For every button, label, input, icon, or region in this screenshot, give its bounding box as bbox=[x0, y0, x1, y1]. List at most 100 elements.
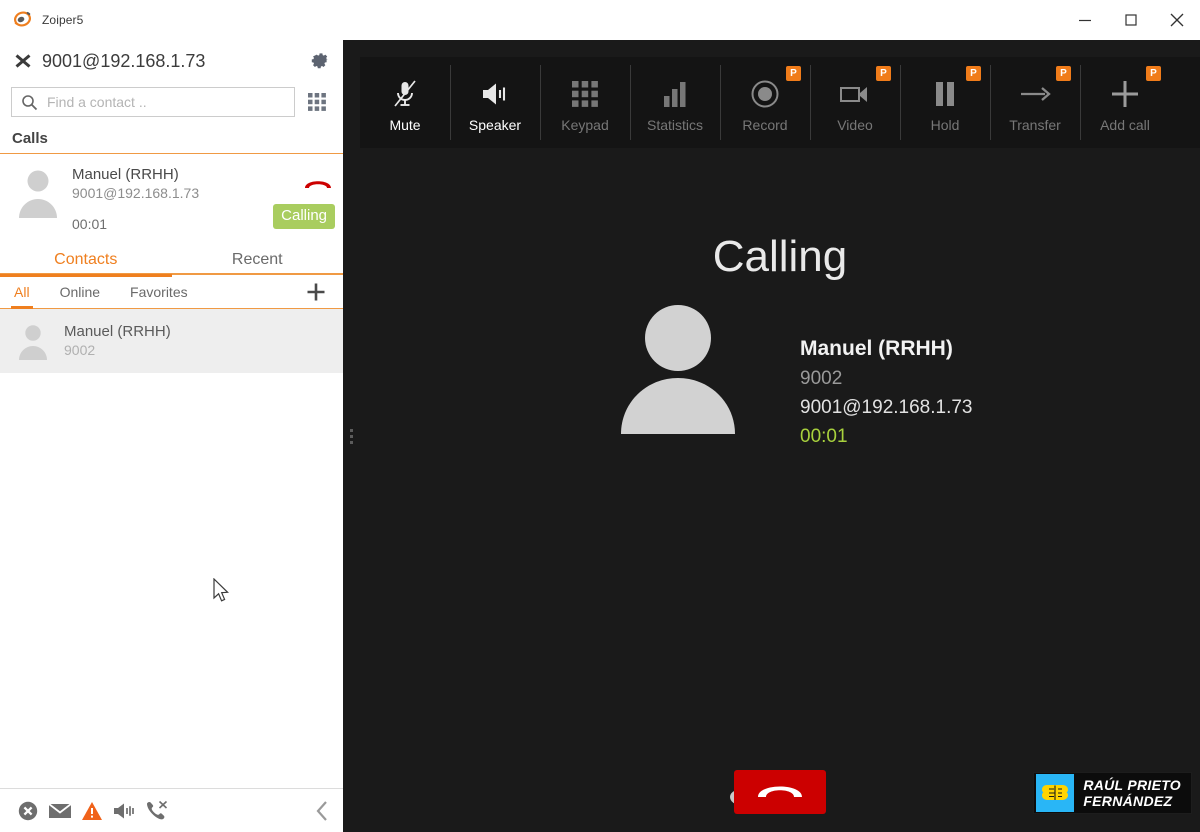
toolbar-label-speaker: Speaker bbox=[469, 117, 521, 133]
toolbar-button-transfer[interactable]: P Transfer bbox=[990, 57, 1080, 148]
callee-uri: 9001@192.168.1.73 bbox=[800, 393, 973, 422]
toolbar-button-speaker[interactable]: Speaker bbox=[450, 57, 540, 148]
call-panel: Mute Speaker bbox=[360, 40, 1200, 832]
dialpad-grid-icon bbox=[571, 73, 599, 115]
tab-contacts[interactable]: Contacts bbox=[0, 244, 172, 275]
maximize-icon[interactable] bbox=[1108, 0, 1154, 40]
hangup-phone-icon bbox=[755, 779, 805, 806]
tab-recent[interactable]: Recent bbox=[172, 244, 344, 275]
toolbar-label-hold: Hold bbox=[931, 117, 960, 133]
sidebar-statusbar bbox=[0, 788, 343, 832]
tab-recent-label: Recent bbox=[232, 251, 283, 269]
toolbar-button-hold[interactable]: P Hold bbox=[900, 57, 990, 148]
subtab-all[interactable]: All bbox=[14, 275, 30, 309]
envelope-icon[interactable] bbox=[44, 796, 76, 826]
brain-icon bbox=[1036, 774, 1074, 812]
calls-section-header: Calls bbox=[0, 122, 343, 154]
toolbar-label-record: Record bbox=[742, 117, 787, 133]
zoiper-headset-icon bbox=[12, 9, 34, 31]
premium-badge: P bbox=[1056, 66, 1071, 81]
toolbar-button-video[interactable]: P Video bbox=[810, 57, 900, 148]
toolbar-label-transfer: Transfer bbox=[1009, 117, 1061, 133]
contact-name: Manuel (RRHH) bbox=[64, 322, 171, 341]
toolbar-button-statistics[interactable]: Statistics bbox=[630, 57, 720, 148]
dialpad-grid-icon[interactable] bbox=[301, 87, 333, 117]
active-call-item[interactable]: Manuel (RRHH) 9001@192.168.1.73 00:01 Ca… bbox=[0, 154, 343, 242]
call-toolbar: Mute Speaker bbox=[360, 57, 1200, 148]
callee-timer: 00:01 bbox=[800, 422, 973, 451]
active-call-name: Manuel (RRHH) bbox=[72, 166, 333, 184]
person-avatar-icon bbox=[618, 302, 742, 434]
premium-badge: P bbox=[966, 66, 981, 81]
callee-name: Manuel (RRHH) bbox=[800, 334, 973, 364]
window-title: Zoiper5 bbox=[42, 13, 83, 27]
speaker-icon bbox=[479, 73, 511, 115]
watermark-text: RAÚL PRIETO FERNÁNDEZ bbox=[1083, 777, 1181, 809]
watermark-line2: FERNÁNDEZ bbox=[1083, 793, 1181, 809]
subtab-favorites-label: Favorites bbox=[130, 284, 188, 300]
person-avatar-icon bbox=[12, 322, 54, 360]
arrow-right-icon bbox=[1018, 73, 1052, 115]
chevron-left-icon[interactable] bbox=[309, 796, 335, 826]
toolbar-button-add-call[interactable]: P Add call bbox=[1080, 57, 1170, 148]
active-call-info: Manuel (RRHH) 9001@192.168.1.73 00:01 bbox=[72, 162, 333, 242]
close-icon[interactable] bbox=[1154, 0, 1200, 40]
video-camera-icon bbox=[839, 73, 871, 115]
account-row[interactable]: 9001@192.168.1.73 bbox=[0, 40, 343, 82]
record-circle-icon bbox=[750, 73, 780, 115]
toolbar-label-video: Video bbox=[837, 117, 873, 133]
watermark: RAÚL PRIETO FERNÁNDEZ bbox=[1033, 772, 1192, 814]
list-item[interactable]: Manuel (RRHH) 9002 bbox=[0, 309, 343, 373]
hangup-phone-icon[interactable] bbox=[301, 172, 335, 194]
search-input[interactable] bbox=[47, 94, 286, 110]
microphone-muted-icon bbox=[390, 73, 420, 115]
zoiper-window: Zoiper5 9001@192.168.1.73 bbox=[0, 0, 1200, 832]
account-label: 9001@192.168.1.73 bbox=[42, 51, 307, 72]
contact-filter-tabs: All Online Favorites bbox=[0, 275, 343, 309]
x-close-icon[interactable] bbox=[12, 50, 34, 72]
watermark-line1: RAÚL PRIETO bbox=[1083, 777, 1181, 793]
premium-badge: P bbox=[1146, 66, 1161, 81]
phone-mute-icon[interactable] bbox=[140, 796, 172, 826]
status-badge: Calling bbox=[273, 204, 335, 229]
gear-icon[interactable] bbox=[307, 48, 333, 74]
subtab-online-label: Online bbox=[60, 284, 100, 300]
call-status-title: Calling bbox=[360, 232, 1200, 282]
window-titlebar: Zoiper5 bbox=[0, 0, 1200, 40]
hangup-button[interactable] bbox=[734, 770, 826, 814]
speaker-icon[interactable] bbox=[108, 796, 140, 826]
toolbar-label-statistics: Statistics bbox=[647, 117, 703, 133]
minimize-icon[interactable] bbox=[1062, 0, 1108, 40]
error-circle-icon[interactable] bbox=[12, 796, 44, 826]
drag-grip-icon bbox=[350, 429, 353, 444]
pause-icon bbox=[933, 73, 957, 115]
contact-number: 9002 bbox=[64, 341, 171, 360]
toolbar-button-record[interactable]: P Record bbox=[720, 57, 810, 148]
subtab-favorites[interactable]: Favorites bbox=[130, 275, 188, 309]
search-input-container[interactable] bbox=[11, 87, 295, 117]
active-call-uri: 9001@192.168.1.73 bbox=[72, 184, 333, 202]
contacts-empty-area bbox=[0, 373, 343, 788]
person-avatar-icon bbox=[12, 162, 64, 220]
toolbar-button-mute[interactable]: Mute bbox=[360, 57, 450, 148]
subtab-all-label: All bbox=[14, 284, 30, 300]
callee-extension: 9002 bbox=[800, 364, 973, 393]
search-row bbox=[0, 82, 343, 122]
subtab-online[interactable]: Online bbox=[60, 275, 100, 309]
premium-badge: P bbox=[786, 66, 801, 81]
toolbar-label-add-call: Add call bbox=[1100, 117, 1150, 133]
plus-icon[interactable] bbox=[303, 279, 329, 305]
contact-text: Manuel (RRHH) 9002 bbox=[64, 322, 171, 360]
main-tabs: Contacts Recent bbox=[0, 242, 343, 275]
tab-contacts-label: Contacts bbox=[54, 251, 117, 269]
panel-splitter[interactable] bbox=[343, 40, 360, 832]
callee-block: Manuel (RRHH) 9002 9001@192.168.1.73 00:… bbox=[618, 302, 973, 451]
callee-info: Manuel (RRHH) 9002 9001@192.168.1.73 00:… bbox=[800, 334, 973, 451]
toolbar-label-mute: Mute bbox=[389, 117, 420, 133]
toolbar-button-keypad[interactable]: Keypad bbox=[540, 57, 630, 148]
search-icon bbox=[20, 93, 38, 111]
plus-icon bbox=[1110, 73, 1140, 115]
toolbar-label-keypad: Keypad bbox=[561, 117, 608, 133]
warning-triangle-icon[interactable] bbox=[76, 796, 108, 826]
premium-badge: P bbox=[876, 66, 891, 81]
